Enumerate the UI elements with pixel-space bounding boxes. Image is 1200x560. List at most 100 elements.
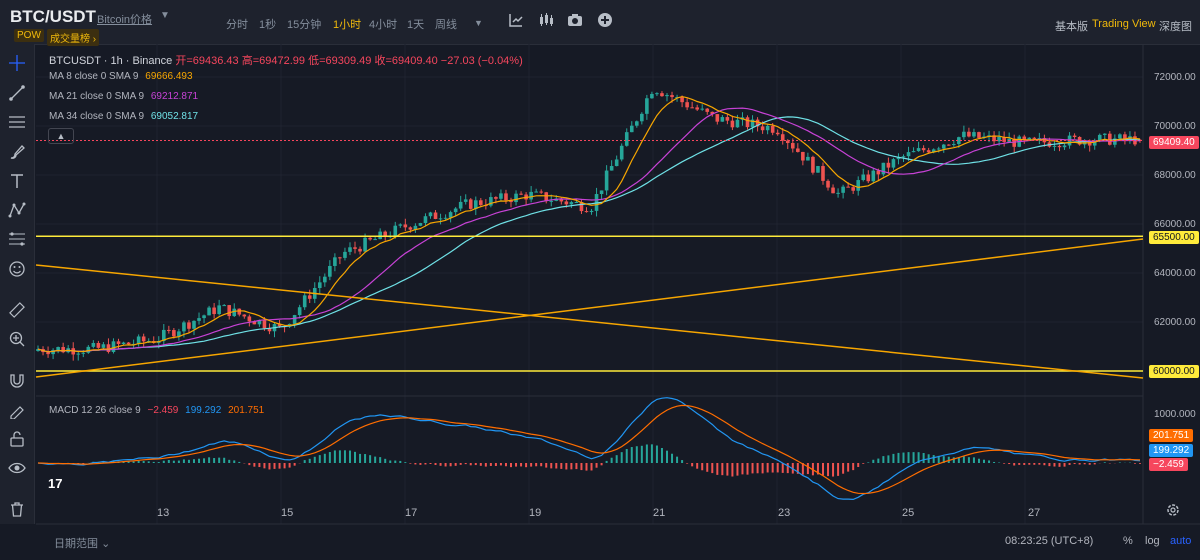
- candle-body: [453, 208, 458, 213]
- macd-hist-label: −2.459: [1149, 458, 1188, 471]
- candle-body: [881, 162, 886, 175]
- candle-body: [735, 119, 740, 128]
- candle-body: [690, 107, 694, 109]
- legend-ma34[interactable]: MA 34 close 0 SMA 9 69052.817: [49, 111, 198, 122]
- macd-line-label: 199.292: [1149, 444, 1194, 457]
- percent-toggle[interactable]: %: [1123, 535, 1133, 547]
- candle-body: [302, 295, 307, 308]
- candle-body: [770, 125, 775, 133]
- candle-body: [816, 166, 820, 173]
- candle-body: [297, 307, 302, 316]
- candle-body: [836, 192, 840, 194]
- candle-body: [307, 295, 312, 299]
- candle-body: [262, 320, 267, 329]
- candle-body: [136, 336, 141, 344]
- candle-body: [101, 344, 106, 348]
- candle-body: [977, 132, 981, 138]
- settings-gear-icon[interactable]: [1165, 502, 1181, 523]
- legend-symbol: BTCUSDT · 1h · Binance: [49, 55, 173, 67]
- ma8-label: MA 8 close 0 SMA 9: [49, 71, 139, 82]
- candle-body: [614, 159, 619, 167]
- candle-body: [182, 322, 186, 332]
- ma34-value: 69052.817: [150, 111, 199, 122]
- candle-body: [398, 224, 403, 226]
- candle-body: [584, 211, 589, 213]
- candle-body: [1072, 135, 1077, 137]
- legend-ma8[interactable]: MA 8 close 0 SMA 9 69666.493: [49, 71, 193, 82]
- candle-body: [645, 98, 649, 114]
- candle-body: [232, 308, 237, 317]
- candle-body: [876, 170, 881, 175]
- time-tick: 27: [1028, 507, 1041, 519]
- candle-body: [1027, 137, 1032, 140]
- candle-body: [1062, 145, 1067, 148]
- candle-body: [222, 305, 226, 307]
- macd-line-value: 199.292: [185, 405, 222, 416]
- candle-body: [529, 191, 533, 200]
- price-tick: 68000.00: [1154, 170, 1196, 181]
- candle-body: [1057, 145, 1062, 148]
- candle-body: [705, 108, 710, 112]
- macd-legend[interactable]: MACD 12 26 close 9 −2.459 199.292 201.75…: [49, 405, 264, 416]
- candle-body: [801, 151, 805, 161]
- log-toggle[interactable]: log: [1145, 535, 1160, 547]
- candle-body: [574, 201, 579, 203]
- candle-body: [504, 193, 508, 201]
- candle-body: [972, 132, 976, 137]
- ma21-label: MA 21 close 0 SMA 9: [49, 91, 145, 102]
- level-high-label: 65500.00: [1149, 231, 1199, 244]
- time-tick: 21: [653, 507, 666, 519]
- candle-body: [952, 144, 956, 146]
- candle-body: [665, 95, 669, 97]
- collapse-legend-button[interactable]: ▲: [48, 128, 74, 144]
- date-range-selector[interactable]: 日期范围 ⌄: [54, 535, 110, 551]
- candle-body: [926, 150, 931, 153]
- candle-body: [368, 237, 372, 240]
- candle-body: [856, 180, 861, 191]
- candle-body: [433, 212, 438, 219]
- candle-body: [650, 93, 654, 99]
- macd-tick: 1000.000: [1154, 409, 1196, 420]
- candle-body: [479, 200, 483, 205]
- candle-body: [468, 199, 473, 209]
- candle-body: [680, 97, 684, 103]
- candle-body: [962, 131, 966, 138]
- price-tick: 62000.00: [1154, 317, 1196, 328]
- candle-body: [126, 342, 131, 345]
- candle-body: [242, 314, 247, 317]
- candle-body: [292, 315, 297, 324]
- candle-body: [202, 315, 206, 319]
- price-tick: 64000.00: [1154, 268, 1196, 279]
- candle-body: [846, 186, 850, 188]
- candle-body: [212, 307, 216, 315]
- candle-body: [730, 120, 735, 128]
- candle-body: [866, 174, 871, 182]
- candle-body: [660, 93, 664, 97]
- candle-body: [785, 140, 790, 144]
- candle-body: [811, 156, 815, 173]
- candle-body: [790, 143, 795, 149]
- candle-body: [353, 247, 357, 249]
- legend-ma21[interactable]: MA 21 close 0 SMA 9 69212.871: [49, 91, 198, 102]
- candle-body: [1032, 137, 1037, 139]
- candle-body: [700, 108, 705, 110]
- candle-body: [61, 347, 65, 353]
- candle-body: [629, 125, 634, 133]
- candle-body: [589, 210, 594, 213]
- candle-body: [172, 330, 176, 337]
- candle-body: [569, 202, 574, 205]
- candle-body: [720, 117, 725, 122]
- candle-body: [635, 121, 639, 126]
- candle-body: [624, 132, 629, 146]
- chevron-down-icon: ⌄: [101, 538, 111, 550]
- candle-body: [378, 231, 382, 240]
- chart-canvas[interactable]: [0, 0, 1200, 560]
- time-tick: 15: [281, 507, 294, 519]
- candle-body: [936, 148, 941, 150]
- candle-body: [423, 216, 428, 224]
- ma8-value: 69666.493: [145, 71, 193, 82]
- date-range-label: 日期范围: [54, 538, 98, 550]
- candle-body: [544, 192, 549, 202]
- auto-toggle[interactable]: auto: [1170, 535, 1191, 547]
- candle-body: [458, 201, 463, 209]
